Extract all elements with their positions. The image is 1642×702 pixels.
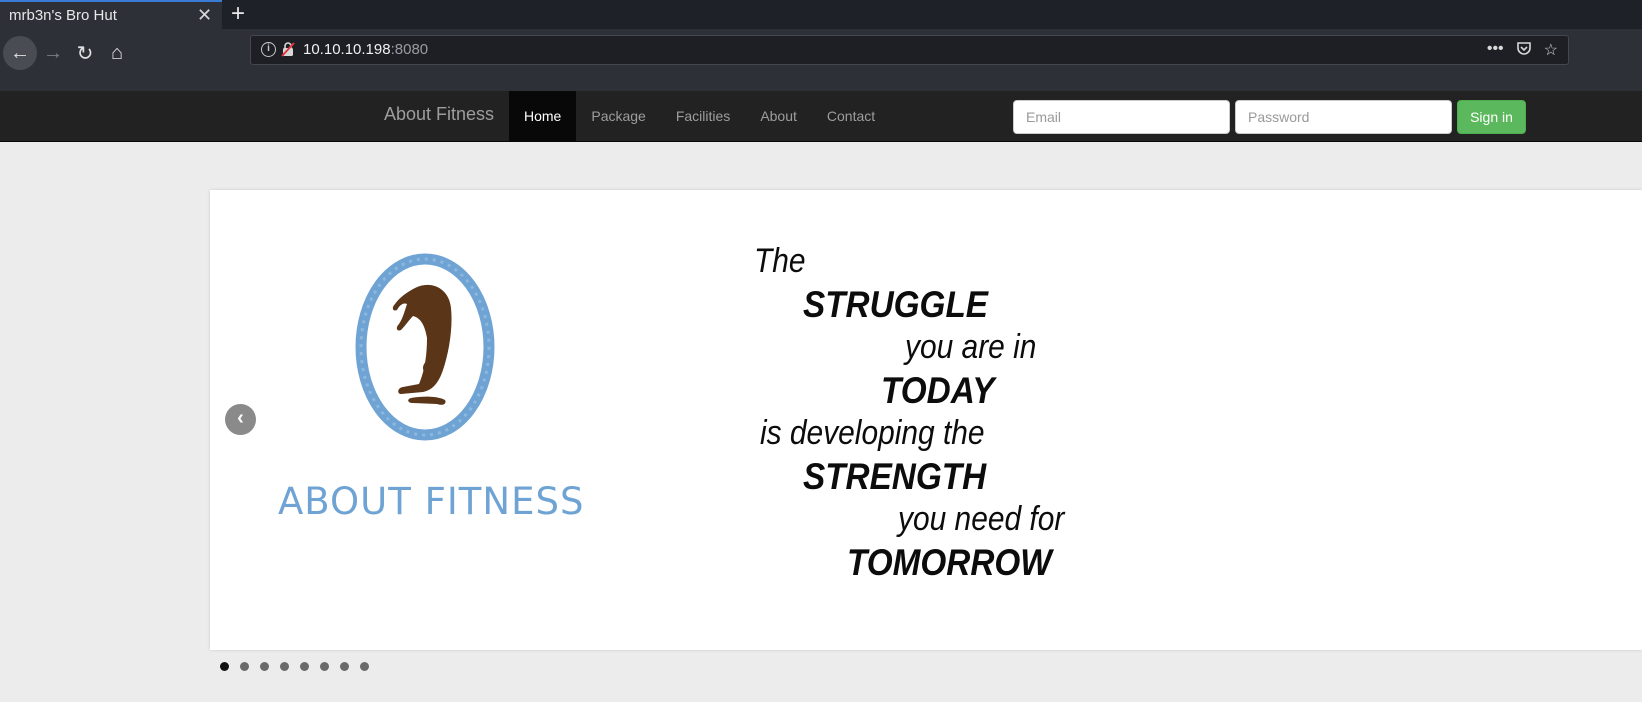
page-actions-icon[interactable]: ••• <box>1487 40 1504 61</box>
browser-toolbar: ← → ↻ ⌂ i 10.10.10.198:8080 ••• ☆ <box>0 29 1642 91</box>
menu-item-contact[interactable]: Contact <box>812 91 890 142</box>
quote-line: The <box>754 242 806 280</box>
reload-icon[interactable]: ↻ <box>68 36 102 70</box>
quote-line: STRUGGLE <box>803 284 989 325</box>
main-menu: Home Package Facilities About Contact <box>509 91 890 142</box>
menu-item-facilities[interactable]: Facilities <box>661 91 745 142</box>
logo-text: ABOUT FITNESS <box>278 480 585 523</box>
site-navbar: About Fitness Home Package Facilities Ab… <box>0 91 1642 142</box>
carousel-indicator[interactable] <box>300 662 309 671</box>
address-bar[interactable]: i 10.10.10.198:8080 ••• ☆ <box>250 35 1569 65</box>
menu-item-about[interactable]: About <box>745 91 812 142</box>
carousel-indicator[interactable] <box>220 662 229 671</box>
back-icon[interactable]: ← <box>3 36 37 70</box>
url-text[interactable]: 10.10.10.198:8080 <box>303 41 428 58</box>
password-field[interactable] <box>1235 100 1452 134</box>
carousel-indicator[interactable] <box>360 662 369 671</box>
email-field[interactable] <box>1013 100 1230 134</box>
brand-link[interactable]: About Fitness <box>384 104 494 125</box>
carousel-indicator[interactable] <box>240 662 249 671</box>
site-info-icon[interactable]: i <box>261 42 276 57</box>
carousel: ABOUT FITNESS The STRUGGLE you are in TO… <box>210 190 1642 650</box>
quote-line: STRENGTH <box>803 456 987 497</box>
quote-line: TODAY <box>881 370 995 411</box>
carousel-indicators <box>220 662 369 671</box>
menu-item-home[interactable]: Home <box>509 91 577 142</box>
forward-icon[interactable]: → <box>36 36 70 70</box>
tab-bar: mrb3n's Bro Hut ✕ + <box>0 0 1642 29</box>
quote-line: is developing the <box>760 414 985 452</box>
browser-tab[interactable]: mrb3n's Bro Hut ✕ <box>0 0 222 29</box>
url-host: 10.10.10.198 <box>303 41 391 58</box>
carousel-indicator[interactable] <box>260 662 269 671</box>
signin-form: Sign in <box>1013 100 1526 134</box>
quote-line: you need for <box>898 500 1065 538</box>
signin-button[interactable]: Sign in <box>1457 100 1526 134</box>
bookmark-star-icon[interactable]: ☆ <box>1544 40 1558 61</box>
home-icon[interactable]: ⌂ <box>100 36 134 70</box>
carousel-prev-button[interactable]: ‹ <box>225 404 256 435</box>
carousel-indicator[interactable] <box>320 662 329 671</box>
insecure-lock-icon[interactable] <box>281 41 295 57</box>
close-tab-icon[interactable]: ✕ <box>197 5 212 25</box>
carousel-indicator[interactable] <box>340 662 349 671</box>
chevron-left-icon: ‹ <box>237 407 244 429</box>
menu-item-package[interactable]: Package <box>576 91 660 142</box>
quote-line: you are in <box>905 328 1037 366</box>
fitness-logo-icon <box>355 253 495 441</box>
url-actions: ••• ☆ <box>1487 40 1558 61</box>
quote-line: TOMORROW <box>847 542 1052 583</box>
tab-title: mrb3n's Bro Hut <box>9 7 117 24</box>
pocket-icon[interactable] <box>1516 40 1532 61</box>
new-tab-icon[interactable]: + <box>231 1 245 27</box>
carousel-indicator[interactable] <box>280 662 289 671</box>
url-port: :8080 <box>390 41 429 58</box>
